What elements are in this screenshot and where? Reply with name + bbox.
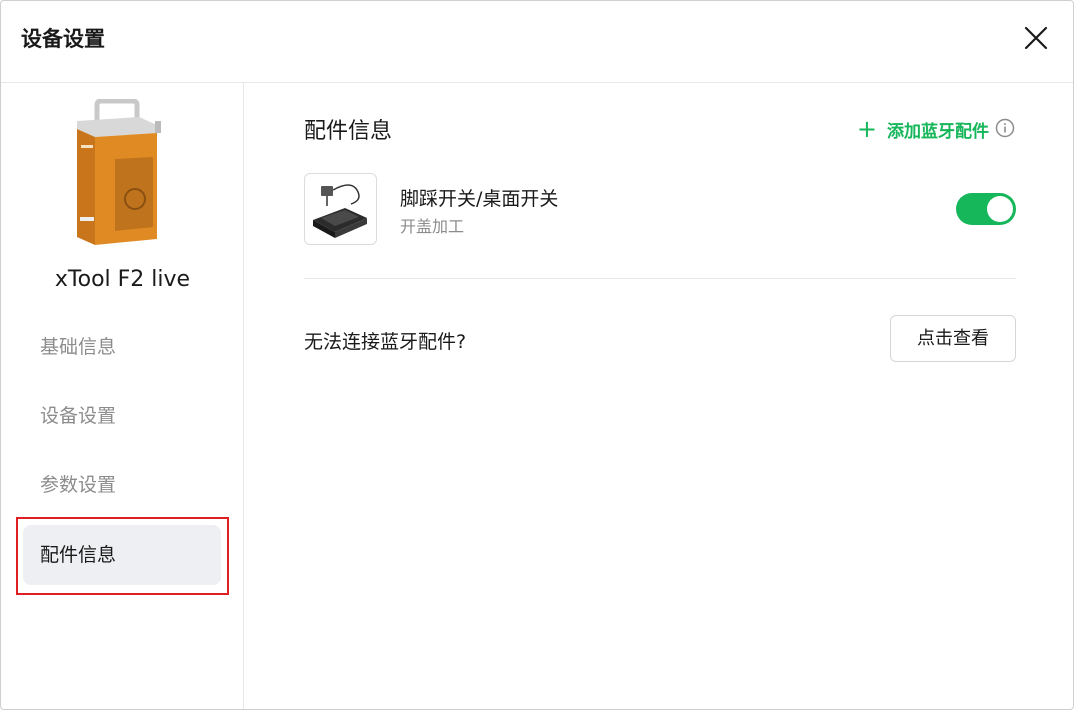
add-bluetooth-accessory-label: 添加蓝牙配件 bbox=[887, 121, 989, 142]
accessory-subtitle: 开盖加工 bbox=[400, 217, 465, 236]
connection-help-text: 无法连接蓝牙配件? bbox=[304, 331, 467, 353]
sidebar-item-basic-info[interactable]: 基础信息 bbox=[23, 317, 221, 377]
sidebar-item-device-settings[interactable]: 设备设置 bbox=[23, 386, 221, 446]
accessory-thumbnail bbox=[304, 173, 377, 245]
accessory-name: 脚踩开关/桌面开关 bbox=[400, 188, 559, 210]
close-icon bbox=[1024, 26, 1048, 50]
close-button[interactable] bbox=[1021, 23, 1051, 53]
sidebar-item-parameter-settings[interactable]: 参数设置 bbox=[23, 455, 221, 515]
divider bbox=[304, 278, 1016, 279]
device-settings-dialog: 设备设置 xTool F2 live 基础信息 设备设置 参数设置 配件信息 配… bbox=[0, 0, 1074, 710]
device-image bbox=[77, 99, 161, 245]
titlebar: 设备设置 bbox=[1, 1, 1073, 83]
add-bluetooth-accessory-button[interactable]: + 添加蓝牙配件 bbox=[856, 115, 989, 143]
dialog-title: 设备设置 bbox=[21, 27, 105, 51]
main-panel: 配件信息 + 添加蓝牙配件 脚踩开关/桌面开关 开盖加工 无法连接蓝牙配件? 点… bbox=[245, 83, 1073, 709]
sidebar: xTool F2 live 基础信息 设备设置 参数设置 配件信息 bbox=[1, 83, 244, 709]
selection-highlight-box bbox=[16, 517, 229, 595]
view-help-button[interactable]: 点击查看 bbox=[890, 315, 1016, 362]
foot-pedal-image bbox=[313, 184, 367, 238]
info-icon[interactable] bbox=[995, 118, 1015, 138]
plus-icon: + bbox=[856, 115, 877, 143]
accessory-enable-toggle[interactable] bbox=[956, 193, 1016, 225]
device-name: xTool F2 live bbox=[54, 267, 191, 292]
section-title: 配件信息 bbox=[304, 119, 393, 144]
toggle-knob bbox=[987, 196, 1013, 222]
